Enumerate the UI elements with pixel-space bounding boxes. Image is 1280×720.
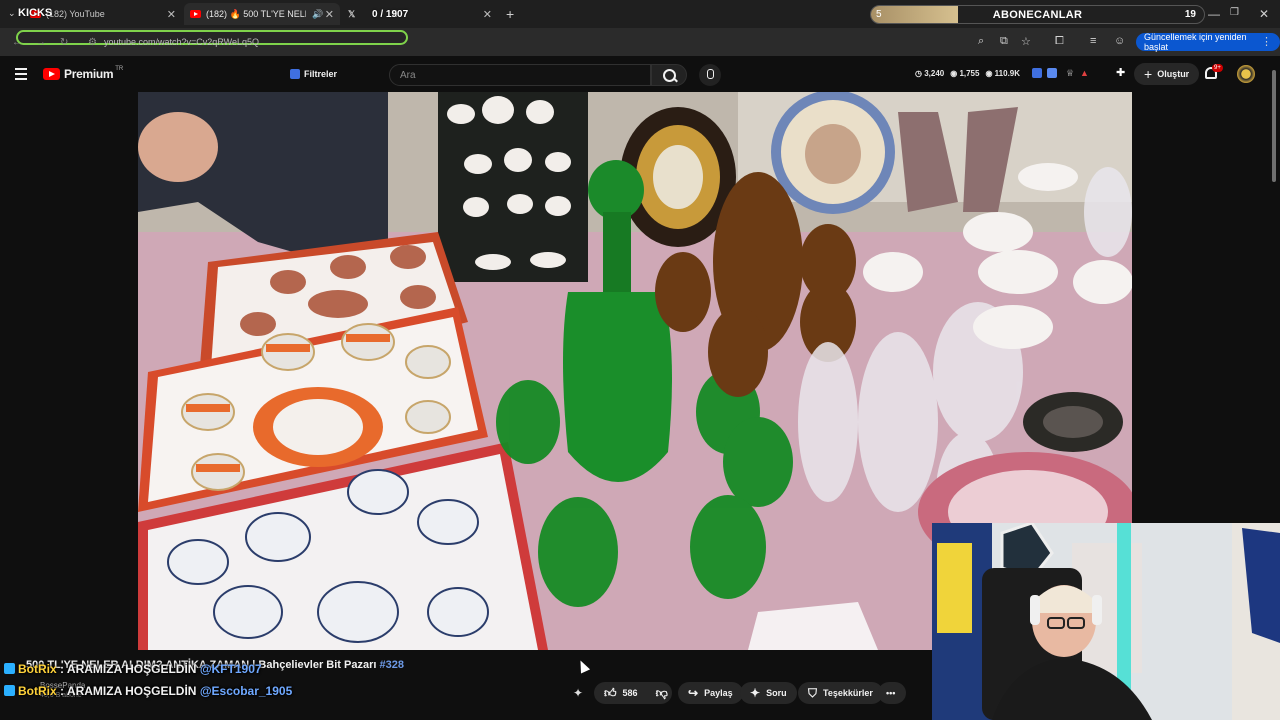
like-count[interactable]: 586 — [623, 688, 638, 698]
filter-icon — [290, 69, 300, 79]
search-input[interactable]: Ara — [389, 64, 651, 86]
subscriber-goal-target: 19 — [1184, 9, 1196, 20]
extension-icon[interactable] — [1032, 68, 1042, 78]
tab-x[interactable]: 𝕏 X ✕ — [342, 3, 498, 25]
webcam-overlay — [932, 523, 1280, 720]
update-restart-label: Güncellemek için yeniden başlat — [1144, 32, 1247, 52]
url-text[interactable]: youtube.com/watch?v=Cv2qRWeLq5Q — [104, 37, 259, 47]
page-scrollbar[interactable] — [1270, 70, 1278, 720]
chat-message: BotRix : ARAMIZA HOŞGELDİN @Escobar_1905 — [4, 684, 292, 698]
plus-icon: + — [1144, 66, 1153, 82]
notification-badge: 9+ — [1212, 64, 1223, 72]
create-button[interactable]: + Oluştur — [1134, 63, 1200, 85]
bell-alert-icon[interactable]: ▲ — [1080, 68, 1090, 78]
share-button[interactable]: ↪ Paylaş — [678, 682, 743, 704]
ask-button[interactable]: ✦ Soru — [740, 682, 797, 704]
chat-mention: @KFT1907 — [199, 662, 262, 676]
stat-value: 1,755 — [959, 69, 980, 78]
extension-icon[interactable] — [1047, 68, 1057, 78]
sparkle-icon: ✦ — [750, 686, 761, 700]
share-label: Paylaş — [704, 688, 733, 698]
scrollbar-thumb[interactable] — [1272, 70, 1276, 182]
chat-bot-icon — [4, 685, 15, 696]
search-button[interactable] — [651, 64, 687, 86]
close-tab-icon[interactable]: ✕ — [167, 8, 176, 21]
chat-text: ARAMIZA HOŞGELDİN — [66, 684, 197, 698]
close-tab-icon[interactable]: ✕ — [325, 8, 334, 21]
chat-text: ARAMIZA HOŞGELDİN — [66, 662, 197, 676]
close-tab-icon[interactable]: ✕ — [483, 8, 492, 21]
minimize-button[interactable]: — — [1208, 7, 1220, 21]
voice-search-button[interactable] — [699, 64, 721, 86]
subscriber-goal-label: ABONECANLAR — [992, 9, 1083, 21]
chat-user: BotRix — [18, 662, 57, 676]
extension-action-icon[interactable]: ✦ — [573, 686, 583, 700]
avatar[interactable] — [1237, 65, 1255, 83]
zoom-icon[interactable]: ⌕ — [978, 35, 984, 48]
thanks-label: Teşekkürler — [823, 688, 873, 698]
youtube-logo[interactable]: Premium TR — [43, 66, 124, 81]
thanks-button[interactable]: ⛉ Teşekkürler — [798, 682, 883, 704]
install-app-icon[interactable]: ⧉ — [1000, 35, 1008, 48]
stat-views: ◉ 1,755 — [950, 69, 980, 78]
tab-search-icon[interactable]: ⌄ — [8, 8, 16, 19]
ask-label: Soru — [766, 688, 787, 698]
extensions-icon[interactable]: ⧠ — [1055, 35, 1064, 48]
tab-label: (182) YouTube — [46, 9, 105, 19]
stream-overlay-label: KICKS — [18, 7, 53, 19]
create-video-icon[interactable]: ✚ — [1116, 66, 1126, 79]
dislike-icon[interactable]: 👎︎ — [656, 686, 668, 701]
close-window-button[interactable]: ✕ — [1259, 7, 1269, 21]
stat-clock: ◷ 3,240 — [915, 69, 945, 78]
like-dislike-group: 👍︎ 586 👎︎ — [594, 682, 672, 704]
like-icon[interactable]: 👍︎ — [604, 686, 617, 701]
restore-button[interactable]: ❐ — [1230, 7, 1239, 18]
youtube-logo-icon — [43, 68, 60, 80]
chat-user: BotRix — [18, 684, 57, 698]
site-info-icon[interactable]: ⚙ — [88, 37, 97, 48]
trophy-icon[interactable]: ♕ — [1066, 68, 1076, 78]
chat-mention: @Escobar_1905 — [199, 684, 293, 698]
more-actions-button[interactable]: ••• — [878, 682, 906, 704]
tab-label: (182) 🔥 500 TL'YE NELER A — [206, 8, 306, 19]
chat-message: BotRix : ARAMIZA HOŞGELDİN @KFT1907 — [4, 662, 262, 676]
new-tab-button[interactable]: + — [506, 6, 514, 22]
forward-icon[interactable]: → — [36, 37, 46, 48]
bookmark-star-icon[interactable]: ☆ — [1021, 35, 1031, 48]
stream-overlay-counter: 0 / 1907 — [372, 9, 409, 20]
youtube-favicon-icon — [190, 10, 201, 18]
reload-icon[interactable]: ↻ — [60, 37, 68, 48]
youtube-brand: Premium — [64, 67, 114, 81]
speaker-icon[interactable]: 🔊 — [312, 9, 323, 20]
x-logo-icon: 𝕏 — [348, 8, 356, 19]
extension-stats: ◷ 3,240 ◉ 1,755 ◉ 110.9K — [915, 69, 1020, 78]
mouse-cursor-icon — [575, 658, 591, 674]
tab-video[interactable]: (182) 🔥 500 TL'YE NELER A 🔊 ✕ — [184, 3, 340, 25]
region-code: TR — [115, 66, 124, 72]
stat-total: ◉ 110.9K — [985, 69, 1021, 78]
video-title-tag[interactable]: #328 — [379, 659, 403, 671]
filters-label: Filtreler — [304, 69, 338, 79]
chat-bot-icon — [4, 663, 15, 674]
subscriber-goal-bar: 5 ABONECANLAR 19 — [870, 5, 1205, 24]
stat-value: 3,240 — [924, 69, 945, 78]
share-icon: ↪ — [688, 686, 699, 700]
filters-button[interactable]: Filtreler — [290, 66, 337, 82]
more-icon: ••• — [886, 688, 896, 698]
thanks-icon: ⛉ — [808, 685, 818, 700]
stat-value: 110.9K — [994, 69, 1021, 78]
webcam-frame — [932, 523, 1280, 720]
menu-icon[interactable] — [15, 68, 27, 83]
profile-icon[interactable]: ☺ — [1114, 35, 1125, 47]
create-label: Oluştur — [1157, 69, 1190, 79]
media-control-icon[interactable]: ≡ — [1090, 35, 1096, 47]
browser-menu-icon[interactable]: ⋮ — [1261, 35, 1272, 48]
back-icon[interactable]: ← — [12, 37, 22, 48]
update-restart-button[interactable]: Güncellemek için yeniden başlat — [1136, 32, 1280, 52]
